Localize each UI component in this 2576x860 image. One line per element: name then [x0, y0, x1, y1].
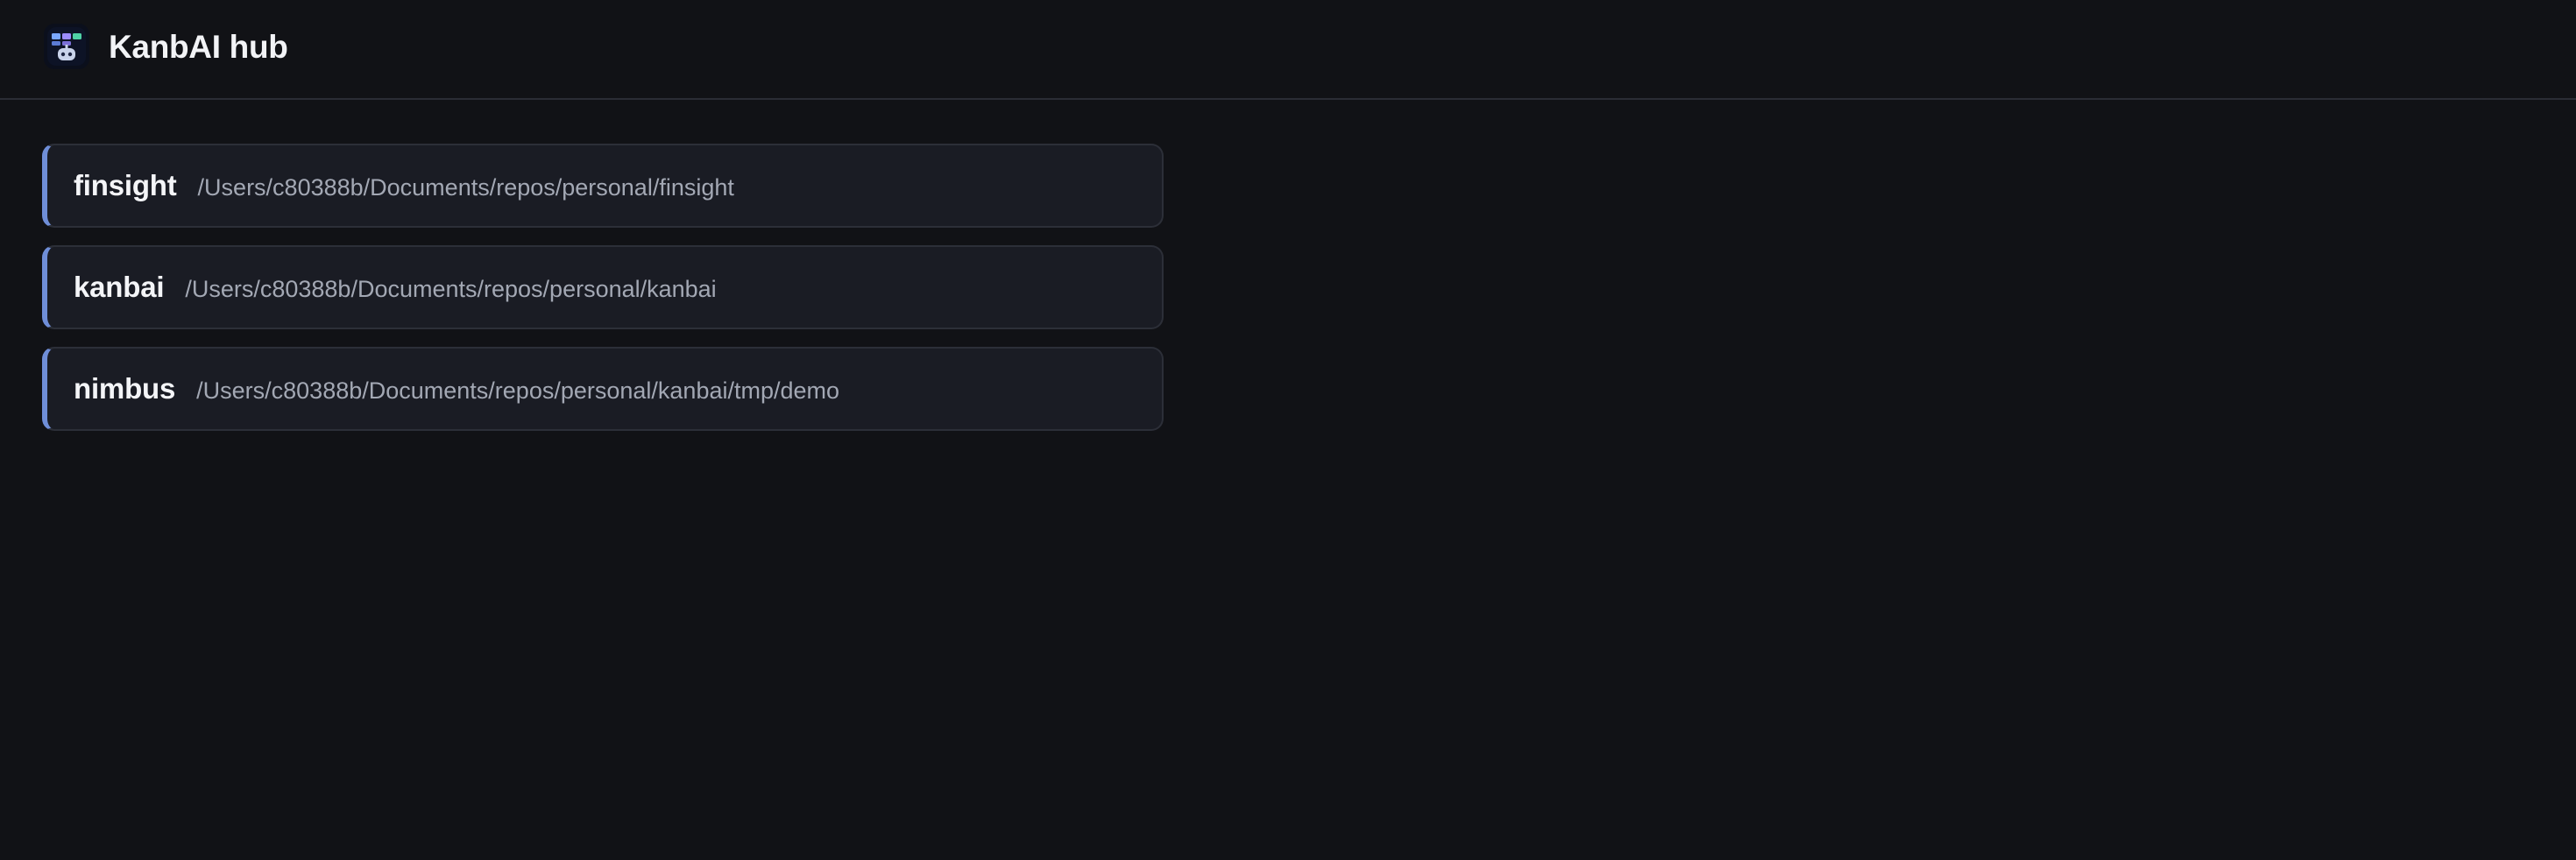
project-path: /Users/c80388b/Documents/repos/personal/…	[197, 173, 734, 201]
project-name: finsight	[74, 169, 177, 201]
project-path: /Users/c80388b/Documents/repos/personal/…	[185, 275, 717, 302]
project-name: kanbai	[74, 271, 165, 303]
project-card-finsight[interactable]: finsight /Users/c80388b/Documents/repos/…	[42, 144, 1164, 228]
project-card-nimbus[interactable]: nimbus /Users/c80388b/Documents/repos/pe…	[42, 347, 1164, 431]
app-header: KanbAI hub	[0, 0, 2576, 100]
project-list: finsight /Users/c80388b/Documents/repos/…	[42, 144, 1164, 448]
kanban-robot-logo-icon	[44, 24, 89, 69]
project-path: /Users/c80388b/Documents/repos/personal/…	[196, 377, 840, 404]
app-title: KanbAI hub	[109, 29, 288, 65]
project-card-kanbai[interactable]: kanbai /Users/c80388b/Documents/repos/pe…	[42, 245, 1164, 329]
project-name: nimbus	[74, 372, 176, 405]
